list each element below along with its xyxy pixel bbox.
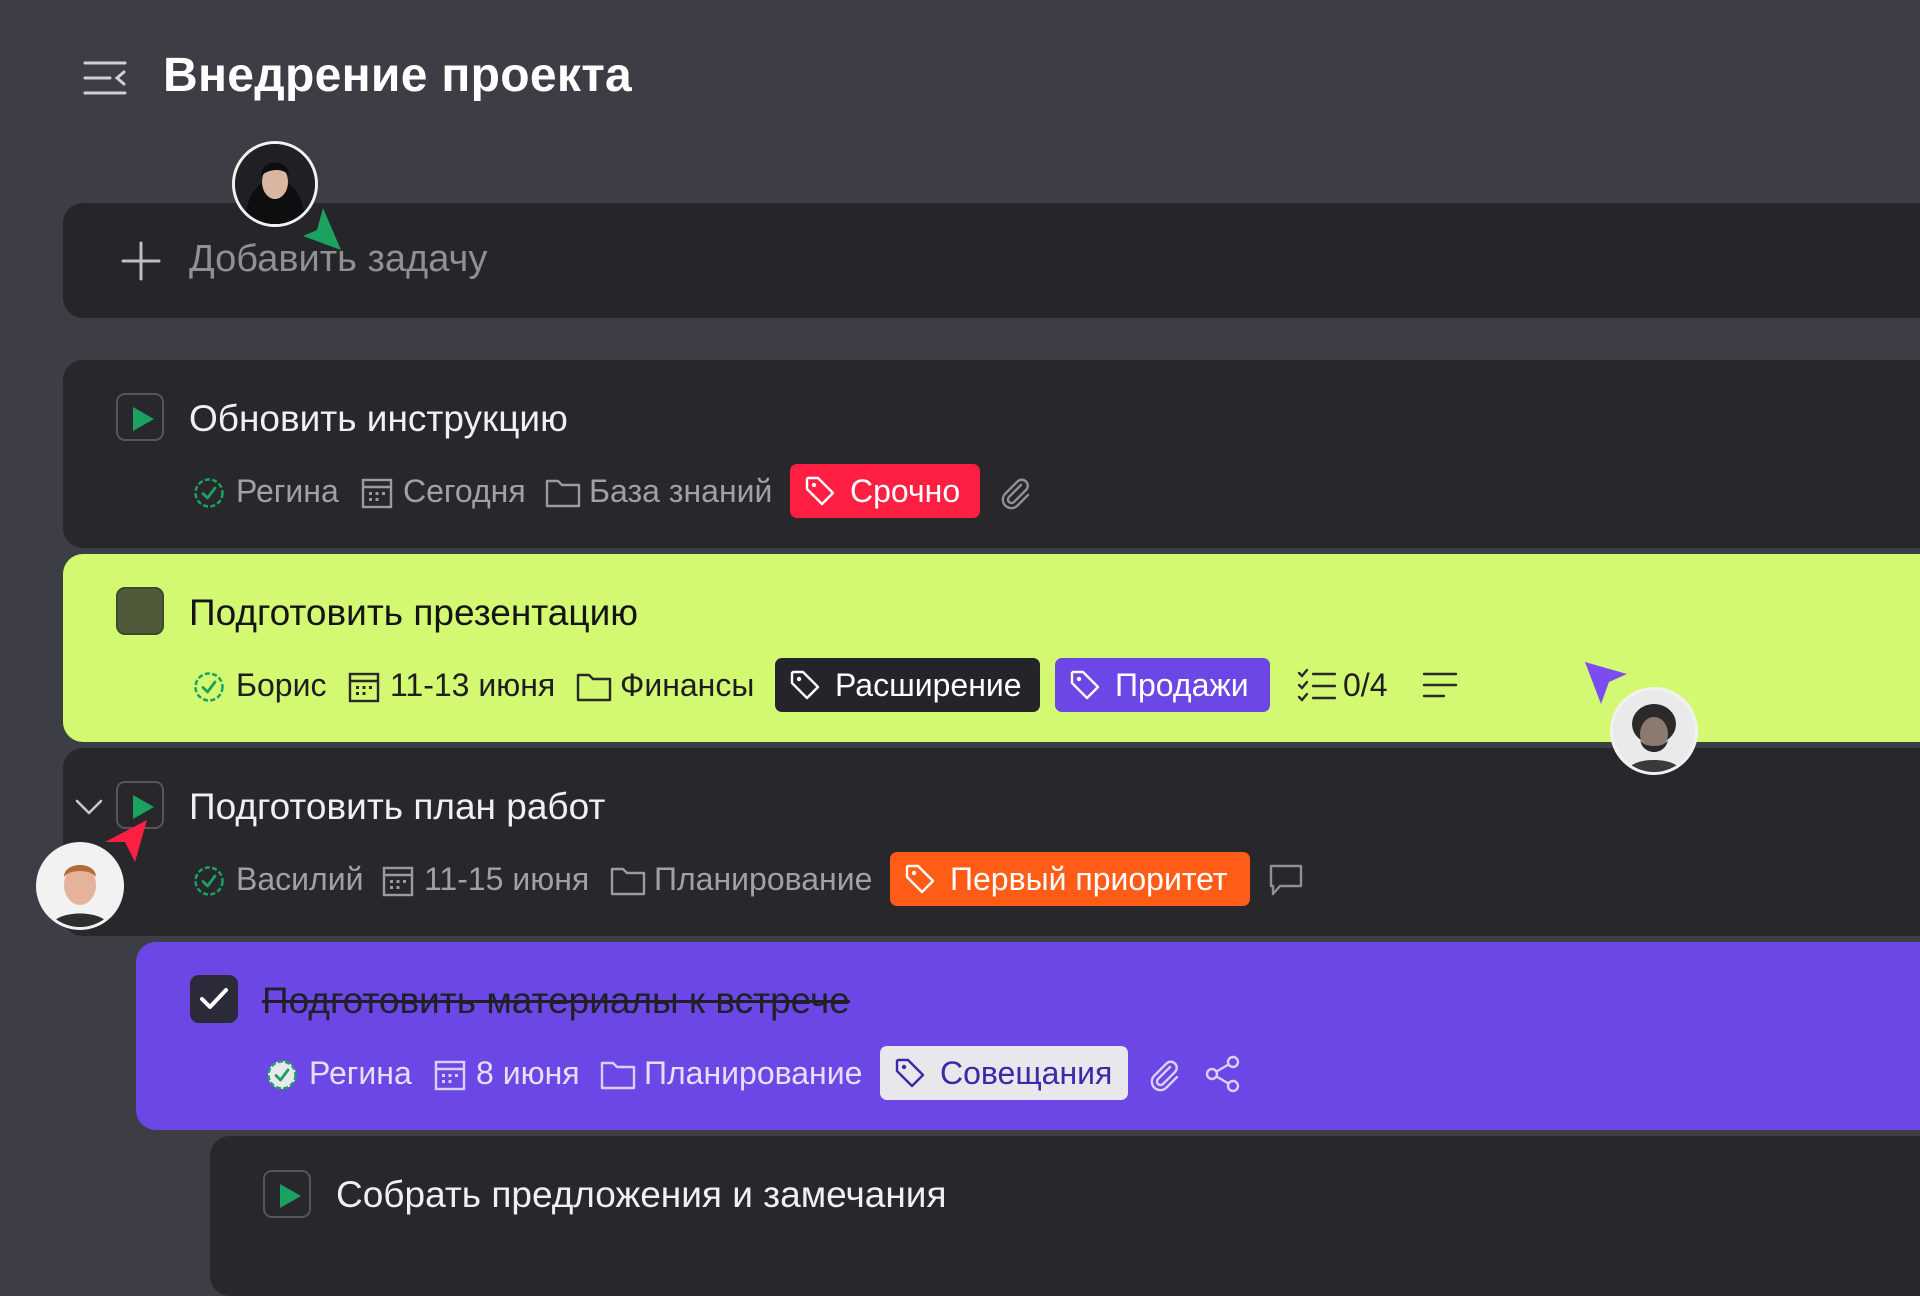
share-icon[interactable] (1204, 1055, 1242, 1093)
tag-chip[interactable]: Срочно (790, 464, 980, 518)
task-date[interactable]: Сегодня (403, 473, 526, 510)
task-title[interactable]: Подготовить план работ (189, 786, 605, 828)
collaborator-avatar (1610, 687, 1698, 775)
task-checkbox-checked[interactable] (190, 975, 238, 1023)
start-task-button[interactable] (263, 1170, 311, 1218)
paperclip-icon[interactable] (997, 475, 1033, 511)
checklist-icon (1297, 668, 1337, 702)
task-title[interactable]: Обновить инструкцию (189, 398, 568, 440)
assignee-check-icon (267, 1060, 297, 1090)
task-project[interactable]: Планирование (644, 1055, 862, 1092)
tag-chip[interactable]: Продажи (1055, 658, 1270, 712)
tag-icon (790, 670, 820, 700)
task-card[interactable] (63, 360, 1920, 548)
task-assignee[interactable]: Борис (236, 667, 326, 704)
folder-icon (600, 1061, 636, 1090)
plus-icon[interactable] (121, 241, 161, 281)
task-date[interactable]: 8 июня (476, 1055, 580, 1092)
assignee-check-icon (194, 478, 224, 508)
task-card[interactable] (63, 748, 1920, 936)
collaborator-avatar (36, 842, 124, 930)
task-project[interactable]: Планирование (654, 861, 872, 898)
paperclip-icon[interactable] (1146, 1057, 1182, 1093)
description-icon[interactable] (1422, 671, 1458, 699)
calendar-icon (348, 672, 380, 703)
task-title[interactable]: Собрать предложения и замечания (336, 1174, 946, 1216)
tag-icon (895, 1058, 925, 1088)
task-project[interactable]: База знаний (589, 473, 772, 510)
tag-label: Первый приоритет (950, 860, 1228, 897)
subtask-card[interactable] (210, 1136, 1920, 1296)
calendar-icon (382, 866, 414, 897)
task-assignee[interactable]: Регина (309, 1055, 412, 1092)
cursor-icon (303, 208, 341, 250)
folder-icon (545, 479, 581, 508)
assignee-check-icon (194, 672, 224, 702)
tag-icon (905, 864, 935, 894)
task-assignee[interactable]: Регина (236, 473, 339, 510)
task-title[interactable]: Подготовить материалы к встрече (262, 980, 850, 1022)
tag-label: Расширение (835, 666, 1022, 703)
tag-icon (1070, 670, 1100, 700)
calendar-icon (361, 478, 393, 509)
tag-label: Срочно (850, 472, 961, 509)
comment-icon[interactable] (1268, 863, 1304, 897)
assignee-check-icon (194, 866, 224, 896)
subtask-card[interactable] (136, 942, 1920, 1130)
task-date[interactable]: 11-15 июня (424, 861, 589, 898)
folder-icon (610, 867, 646, 896)
chevron-down-icon[interactable] (74, 796, 104, 818)
task-checkbox[interactable] (116, 587, 164, 635)
checkmark-icon (200, 988, 228, 1009)
start-task-button[interactable] (116, 393, 164, 441)
task-project[interactable]: Финансы (620, 667, 754, 704)
tag-chip[interactable]: Первый приоритет (890, 852, 1250, 906)
calendar-icon (434, 1060, 466, 1091)
tag-label: Продажи (1115, 666, 1249, 703)
tag-chip[interactable]: Расширение (775, 658, 1040, 712)
checklist-progress[interactable]: 0/4 (1343, 667, 1387, 704)
tag-chip[interactable]: Совещания (880, 1046, 1128, 1100)
play-icon (133, 407, 154, 431)
folder-icon (576, 673, 612, 702)
task-assignee[interactable]: Василий (236, 861, 363, 898)
task-title[interactable]: Подготовить презентацию (189, 592, 638, 634)
play-icon (133, 795, 154, 819)
tag-icon (805, 476, 835, 506)
play-icon (280, 1184, 301, 1208)
page-title: Внедрение проекта (163, 49, 633, 102)
task-date[interactable]: 11-13 июня (390, 667, 555, 704)
tag-label: Совещания (940, 1054, 1113, 1091)
collapse-menu-icon[interactable] (82, 58, 128, 98)
